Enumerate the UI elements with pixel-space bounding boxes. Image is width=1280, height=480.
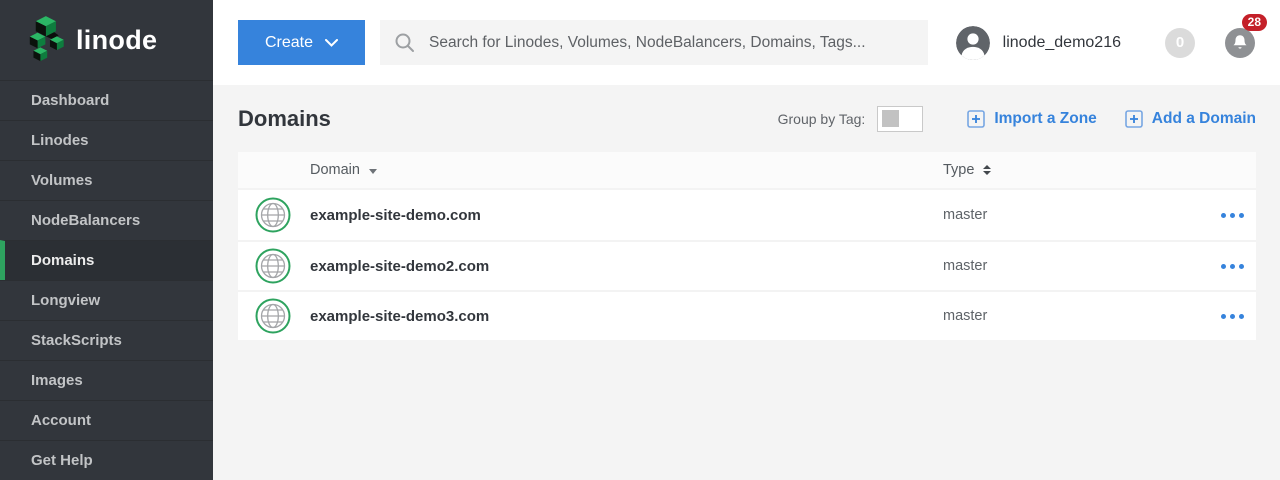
domain-type: master — [943, 308, 987, 324]
add-a-domain-link[interactable]: Add a Domain — [1125, 110, 1256, 128]
row-actions-button[interactable] — [1221, 308, 1244, 325]
sidebar-item-label: Linodes — [31, 132, 89, 149]
chevron-down-icon — [325, 39, 338, 47]
table-header-row: Domain Type — [238, 152, 1256, 190]
header-controls: Group by Tag: Import a Zone Add a Domain — [778, 106, 1256, 132]
plus-square-icon — [1125, 110, 1143, 128]
row-actions-button[interactable] — [1221, 207, 1244, 224]
sidebar-item-label: Domains — [31, 252, 94, 269]
import-a-zone-link[interactable]: Import a Zone — [967, 110, 1096, 128]
group-by-tag-toggle[interactable] — [877, 106, 923, 132]
sidebar-item-label: Images — [31, 372, 83, 389]
search-input[interactable] — [429, 34, 928, 52]
sidebar-item-get-help[interactable]: Get Help — [0, 440, 213, 480]
domain-globe-icon — [255, 248, 291, 284]
domain-globe-icon — [255, 197, 291, 233]
sort-by-domain-header[interactable]: Domain — [310, 162, 943, 178]
main-area: Create linode_demo216 0 — [213, 0, 1280, 480]
table-row[interactable]: example-site-demo2.com master — [238, 240, 1256, 290]
table-row[interactable]: example-site-demo3.com master — [238, 290, 1256, 340]
table-row[interactable]: example-site-demo.com master — [238, 190, 1256, 240]
domain-type: master — [943, 207, 987, 223]
sort-desc-icon — [369, 169, 377, 174]
username: linode_demo216 — [1003, 34, 1121, 52]
sidebar-item-label: Get Help — [31, 452, 93, 469]
topbar: Create linode_demo216 0 — [213, 0, 1280, 85]
type-header-label: Type — [943, 162, 974, 178]
page-title: Domains — [238, 106, 331, 132]
events-count: 0 — [1176, 34, 1184, 51]
sidebar-item-label: Dashboard — [31, 92, 109, 109]
avatar — [956, 26, 990, 60]
sidebar: linode Dashboard Linodes Volumes NodeBal… — [0, 0, 213, 480]
user-menu[interactable]: linode_demo216 — [956, 26, 1121, 60]
logo-wordmark: linode — [76, 25, 157, 56]
linode-logo-icon — [22, 15, 66, 65]
domain-name: example-site-demo.com — [310, 207, 481, 224]
sidebar-item-domains[interactable]: Domains — [0, 240, 213, 280]
content: Domains Group by Tag: Import a Zone Add — [213, 85, 1280, 480]
notification-count-badge: 28 — [1242, 14, 1267, 31]
notifications-button[interactable]: 28 — [1225, 28, 1255, 58]
create-button[interactable]: Create — [238, 20, 365, 65]
sidebar-item-account[interactable]: Account — [0, 400, 213, 440]
sidebar-item-label: Account — [31, 412, 91, 429]
domain-name: example-site-demo2.com — [310, 258, 489, 275]
linode-logo[interactable]: linode — [0, 0, 213, 80]
sidebar-item-label: StackScripts — [31, 332, 122, 349]
sidebar-item-nodebalancers[interactable]: NodeBalancers — [0, 200, 213, 240]
sidebar-item-label: NodeBalancers — [31, 212, 140, 229]
group-by-tag-label: Group by Tag: — [778, 111, 866, 127]
plus-square-icon — [967, 110, 985, 128]
domain-globe-icon — [255, 298, 291, 334]
sidebar-item-stackscripts[interactable]: StackScripts — [0, 320, 213, 360]
sort-by-type-header[interactable]: Type — [943, 162, 1208, 178]
sidebar-item-longview[interactable]: Longview — [0, 280, 213, 320]
sidebar-item-label: Volumes — [31, 172, 92, 189]
create-button-label: Create — [265, 34, 313, 52]
sidebar-item-dashboard[interactable]: Dashboard — [0, 80, 213, 120]
search-icon — [394, 32, 415, 53]
sidebar-item-volumes[interactable]: Volumes — [0, 160, 213, 200]
page-header: Domains Group by Tag: Import a Zone Add — [238, 85, 1256, 152]
import-a-zone-label: Import a Zone — [994, 110, 1096, 128]
domain-header-label: Domain — [310, 162, 360, 178]
toggle-knob — [882, 110, 899, 127]
domain-name: example-site-demo3.com — [310, 308, 489, 325]
row-actions-button[interactable] — [1221, 258, 1244, 275]
sidebar-item-images[interactable]: Images — [0, 360, 213, 400]
sidebar-item-label: Longview — [31, 292, 100, 309]
add-a-domain-label: Add a Domain — [1152, 110, 1256, 128]
domains-table: Domain Type — [238, 152, 1256, 340]
sidebar-item-linodes[interactable]: Linodes — [0, 120, 213, 160]
events-badge[interactable]: 0 — [1165, 28, 1195, 58]
bell-icon — [1225, 28, 1255, 58]
sort-both-icon — [983, 165, 991, 175]
domain-type: master — [943, 258, 987, 274]
global-search — [380, 20, 928, 65]
